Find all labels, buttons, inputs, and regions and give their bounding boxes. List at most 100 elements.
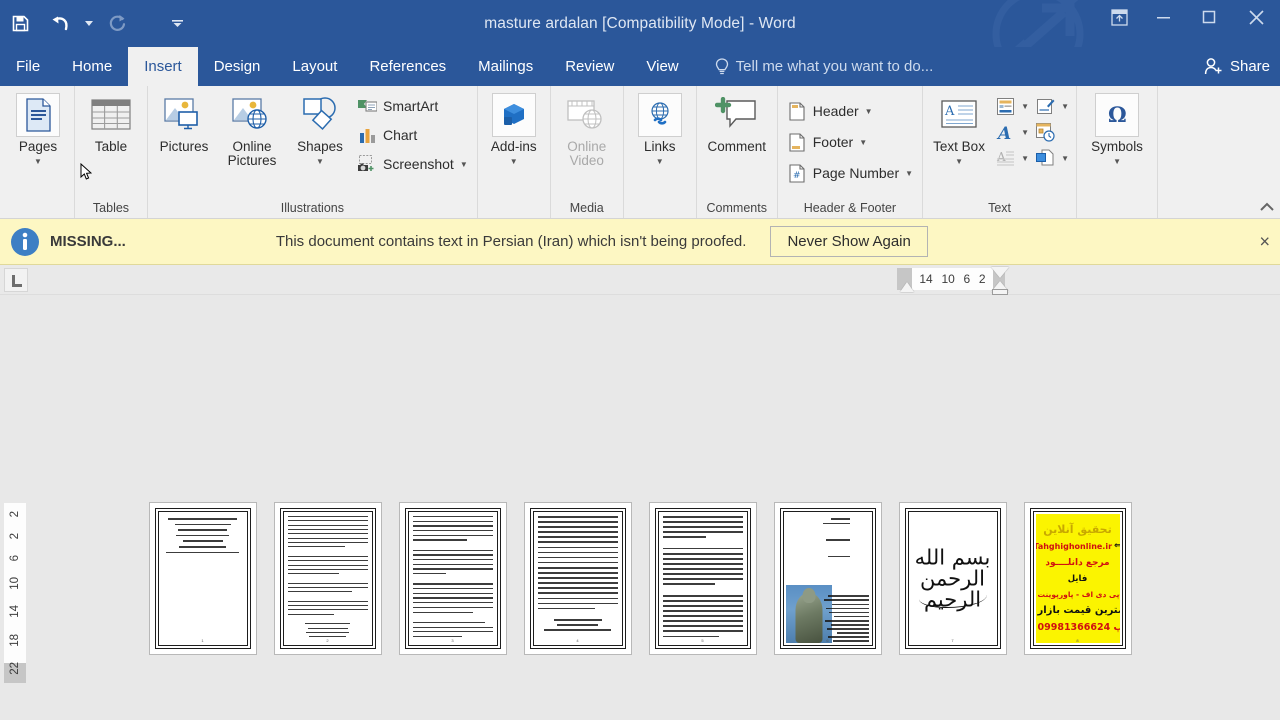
restore-button[interactable] [1186,0,1232,34]
chevron-down-icon[interactable]: ▼ [316,155,324,169]
online-video-button[interactable]: Online Video [556,90,618,168]
text-box-icon: A [937,93,981,137]
date-time-button[interactable] [1032,120,1058,144]
quick-parts-button[interactable] [992,94,1018,118]
message-bar: MISSING... This document contains text i… [0,219,1280,265]
tab-design[interactable]: Design [198,47,277,86]
shapes-button[interactable]: Shapes ▼ [289,90,351,169]
svg-text:A: A [996,124,1011,142]
quick-parts-icon [996,97,1014,115]
chart-button[interactable]: Chart [353,122,472,148]
links-button[interactable]: Links ▼ [629,90,691,169]
tab-home[interactable]: Home [56,47,128,86]
tab-mailings[interactable]: Mailings [462,47,549,86]
tab-selector-button[interactable] [4,268,28,292]
collapse-ribbon-button[interactable] [1260,202,1274,214]
wordart-button[interactable]: A [992,120,1018,144]
online-pictures-button[interactable]: Online Pictures [217,90,287,168]
page-thumbnail-5[interactable]: 5 [648,502,757,655]
ribbon-group-media: Online Video Media [551,86,624,218]
redo-icon [109,15,125,31]
undo-button[interactable] [40,6,80,42]
symbols-button[interactable]: Ω Symbols ▼ [1082,90,1152,169]
tab-view[interactable]: View [630,47,694,86]
info-icon [8,225,42,259]
save-button[interactable] [0,6,40,42]
ad-line-2: Tahghighonline.ir [1035,541,1113,551]
page-number-1: 1 [201,638,204,643]
table-button[interactable]: Table [80,90,142,154]
share-button[interactable]: Share [1204,47,1270,86]
page-number-button[interactable]: # Page Number ▼ [783,160,917,186]
pictures-button[interactable]: Pictures [153,90,215,154]
ad-line-6: با کمترین قیمت بازار [1037,604,1120,616]
comment-button[interactable]: Comment [702,90,772,154]
ribbon-display-options-button[interactable] [1098,0,1140,34]
smartart-button[interactable]: SmartArt [353,93,472,119]
advertisement: تحقیق آنلاین Tahghighonline.ir ⇐ مرجع دا… [1035,514,1120,643]
chart-icon [357,125,377,145]
page-thumbnail-1[interactable]: 1 [148,502,257,655]
drop-cap-button[interactable]: A [992,146,1018,170]
signature-line-dropdown[interactable]: ▼ [1059,94,1071,118]
chevron-down-icon[interactable]: ▼ [460,160,468,169]
pictures-label: Pictures [159,139,209,154]
header-button[interactable]: Header ▼ [783,98,917,124]
text-box-button[interactable]: A Text Box ▼ [928,90,990,169]
message-bar-close-button[interactable]: × [1253,231,1276,252]
svg-text:#: # [793,171,801,181]
screenshot-button[interactable]: Screenshot ▼ [353,151,472,177]
page-thumbnail-6[interactable]: 6 [773,502,882,655]
tab-file[interactable]: File [0,47,56,86]
svg-text:Ω: Ω [1108,102,1127,127]
first-line-indent-marker[interactable] [991,267,1009,278]
chevron-down-icon[interactable]: ▼ [859,138,867,147]
wordart-dropdown[interactable]: ▼ [1019,120,1031,144]
tell-me-box[interactable]: Tell me what you want to do... [695,47,933,86]
page-thumbnail-3[interactable]: 3 [398,502,507,655]
ribbon-group-label-media: Media [569,201,604,215]
chevron-down-icon[interactable]: ▼ [510,155,518,169]
close-button[interactable] [1232,0,1280,34]
object-dropdown[interactable]: ▼ [1059,146,1071,170]
chevron-down-icon[interactable]: ▼ [955,155,963,169]
chevron-down-icon[interactable]: ▼ [905,169,913,178]
object-icon [1036,149,1054,166]
left-indent-marker[interactable] [900,282,914,292]
drop-cap-dropdown[interactable]: ▼ [1019,146,1031,170]
quick-access-toolbar [0,0,186,47]
page-thumbnail-7[interactable]: بسم الله الرحمن الرحیم 7 [898,502,1007,655]
signature-line-button[interactable] [1032,94,1058,118]
tab-insert[interactable]: Insert [128,47,198,86]
never-show-again-button[interactable]: Never Show Again [770,226,928,257]
undo-dropdown-button[interactable] [80,6,97,42]
title-bar: masture ardalan [Compatibility Mode] - W… [0,0,1280,47]
page-thumbnail-4[interactable]: 4 [523,502,632,655]
chevron-down-icon[interactable]: ▼ [865,107,873,116]
tab-review[interactable]: Review [549,47,630,86]
page-thumbnail-2[interactable]: 2 [273,502,382,655]
object-button[interactable] [1032,146,1058,170]
quick-parts-dropdown[interactable]: ▼ [1019,94,1031,118]
pages-button[interactable]: Pages ▼ [7,90,69,169]
page-number-2: 2 [326,638,329,643]
tab-layout[interactable]: Layout [276,47,353,86]
ruler-tick-10: 10 [941,272,955,286]
customize-quick-access-toolbar-button[interactable] [169,6,186,42]
ribbon-tabs: File Home Insert Design Layout Reference… [0,47,1280,86]
share-label: Share [1229,58,1270,75]
minimize-button[interactable] [1140,0,1186,34]
chevron-down-icon[interactable]: ▼ [34,155,42,169]
chevron-down-icon[interactable]: ▼ [1113,155,1121,169]
page-thumbnail-8[interactable]: تحقیق آنلاین Tahghighonline.ir ⇐ مرجع دا… [1023,502,1132,655]
ruler-tick-14: 14 [919,272,933,286]
footer-button[interactable]: Footer ▼ [783,129,917,155]
addins-button[interactable]: Add-ins ▼ [483,90,545,169]
date-time-icon [1036,123,1055,142]
chevron-down-icon[interactable]: ▼ [656,155,664,169]
drop-cap-icon: A [996,150,1014,166]
redo-button[interactable] [97,6,137,42]
ribbon-group-addins: Add-ins ▼ [478,86,551,218]
tab-references[interactable]: References [353,47,462,86]
window-controls [1098,0,1280,40]
